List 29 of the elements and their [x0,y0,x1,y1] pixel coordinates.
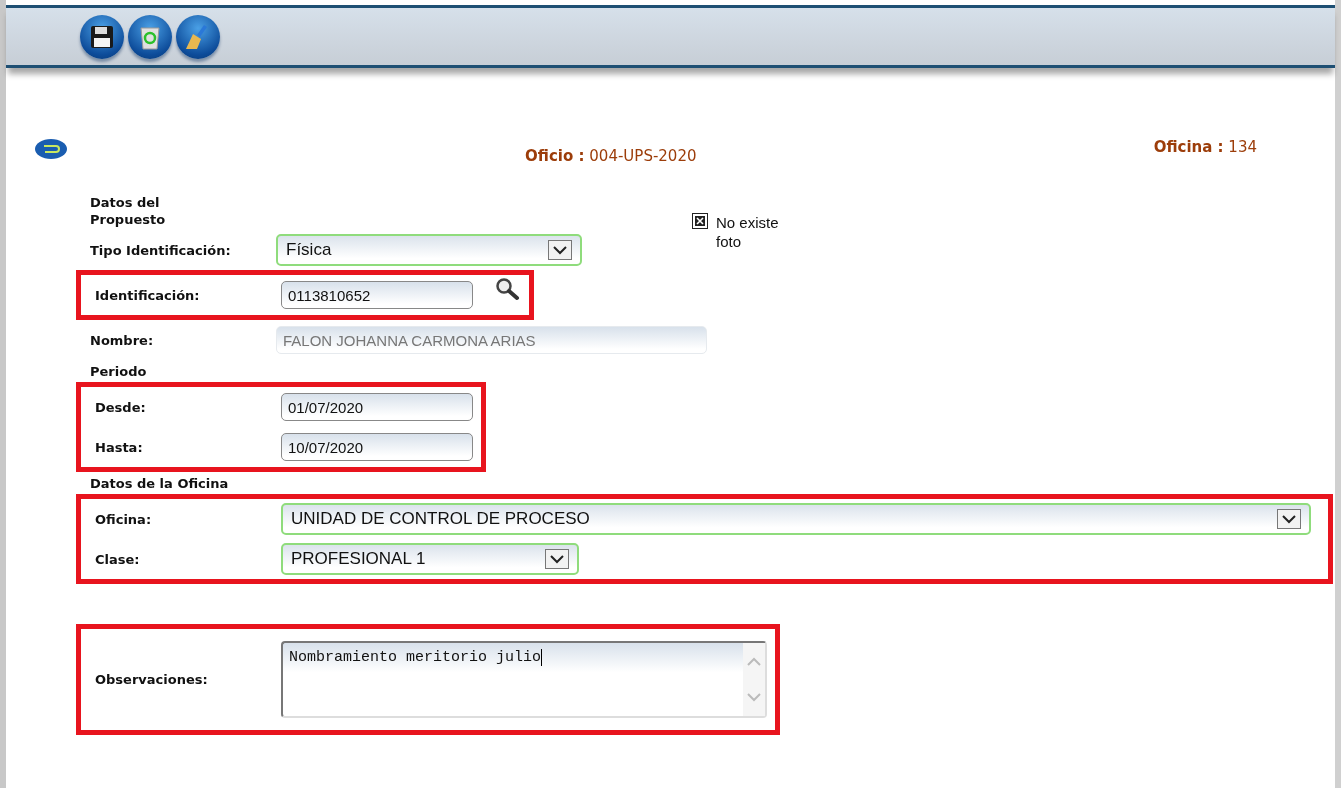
field-label: Nombre: [90,332,155,348]
clean-button[interactable] [176,14,220,59]
input-field[interactable]: 0113810652 [281,281,473,309]
search-icon[interactable] [495,277,521,301]
oficio-text: Oficio : 004-UPS-2020 [524,147,698,165]
caret-icon [553,245,567,255]
no-photo-text: No existe foto [716,213,780,251]
section-heading: Periodo [90,363,147,380]
dropdown-field[interactable]: PROFESIONAL 1 [281,543,579,575]
caret-icon [1282,514,1296,524]
field-label: Tipo Identificación: [90,242,232,258]
broken-image-icon [692,213,708,229]
save-button[interactable] [80,14,124,59]
section-heading: Datos del Propuesto [90,194,167,228]
field-label: Oficina: [95,511,153,527]
recycle-button[interactable] [128,14,172,59]
field-label: Desde: [95,399,147,415]
input-field[interactable]: FALON JOHANNA CARMONA ARIAS [276,326,707,354]
input-field[interactable]: 10/07/2020 [281,433,473,461]
dropdown-field[interactable]: Física [276,234,582,266]
field-label: Observaciones: [95,672,209,687]
input-field[interactable]: 01/07/2020 [281,393,473,421]
section-heading: Datos de la Oficina [90,475,229,492]
caret-icon [550,554,564,564]
oficina-text: Oficina : 134 [1153,138,1257,156]
dropdown-field[interactable]: UNIDAD DE CONTROL DE PROCESO [281,503,1311,535]
field-label: Clase: [95,551,141,567]
field-label: Hasta: [95,439,144,455]
field-label: Identificación: [95,287,201,303]
